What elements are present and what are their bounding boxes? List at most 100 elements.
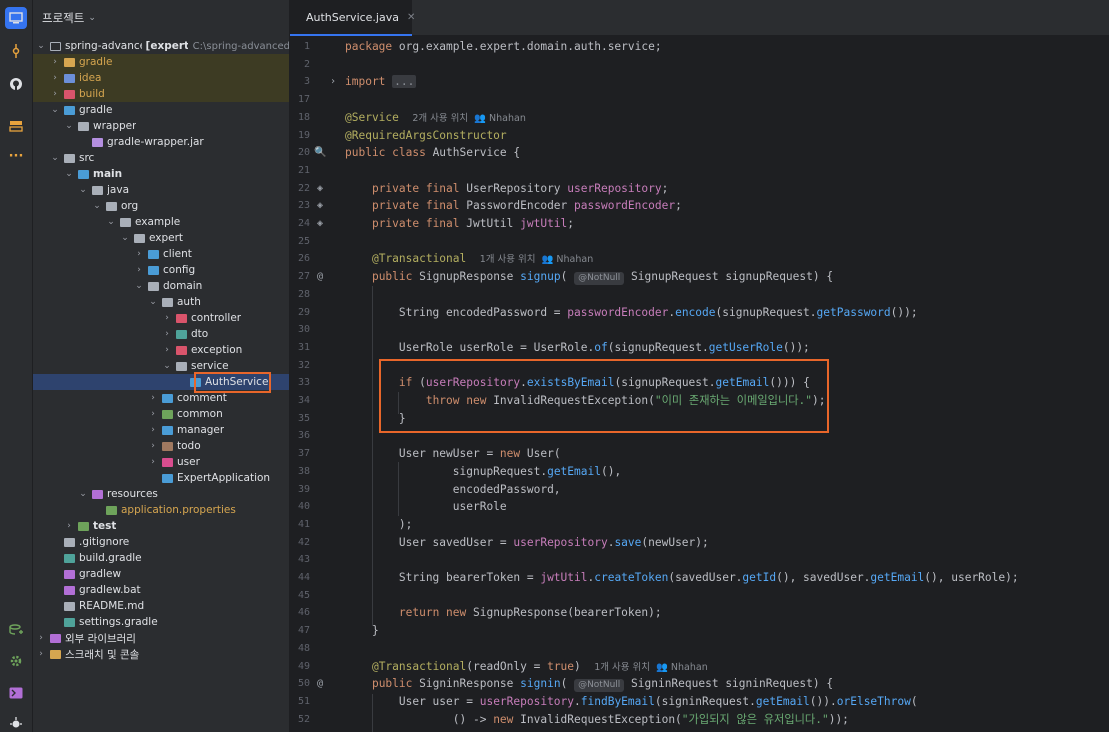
gutter-icon[interactable]: 🔍 bbox=[314, 144, 326, 161]
tree-item[interactable]: › 스크래치 및 콘솔 bbox=[33, 646, 289, 662]
tree-item[interactable]: application.properties bbox=[33, 502, 289, 518]
code-line[interactable]: 18 @Service 2개 사용 위치 👥 Nhahan bbox=[290, 109, 1109, 126]
chevron-right-icon[interactable]: › bbox=[161, 329, 173, 339]
tree-item[interactable]: › dto bbox=[33, 326, 289, 342]
code-line[interactable]: 37 User newUser = new User( bbox=[290, 445, 1109, 462]
chevron-down-icon[interactable]: ⌄ bbox=[119, 233, 131, 243]
chevron-right-icon[interactable]: › bbox=[49, 89, 61, 99]
code-line[interactable]: 3 › import ... bbox=[290, 73, 1109, 90]
chevron-down-icon[interactable]: ⌄ bbox=[63, 121, 75, 131]
tree-item[interactable]: settings.gradle bbox=[33, 614, 289, 630]
tree-item[interactable]: ⌄ resources bbox=[33, 486, 289, 502]
code-line[interactable]: 1 package org.example.expert.domain.auth.… bbox=[290, 38, 1109, 55]
services-icon[interactable] bbox=[5, 650, 27, 672]
code-line[interactable]: 52 () -> new InvalidRequestException("가입… bbox=[290, 711, 1109, 728]
chevron-right-icon[interactable]: › bbox=[147, 409, 159, 419]
close-icon[interactable]: ✕ bbox=[407, 12, 415, 23]
code-line[interactable]: 44 String bearerToken = jwtUtil.createTo… bbox=[290, 569, 1109, 586]
gutter-icon[interactable]: ◈ bbox=[314, 215, 326, 232]
tree-item[interactable]: › common bbox=[33, 406, 289, 422]
project-panel-header[interactable]: 프로젝트 ⌄ bbox=[33, 0, 289, 36]
code-line[interactable]: 27 @ public SignupResponse signup( @NotNu… bbox=[290, 268, 1109, 286]
code-line[interactable]: 53 bbox=[290, 728, 1109, 732]
commit-icon[interactable] bbox=[5, 40, 27, 62]
chevron-down-icon[interactable]: ⌄ bbox=[91, 201, 103, 211]
chevron-right-icon[interactable]: › bbox=[63, 521, 75, 531]
chevron-down-icon[interactable]: ⌄ bbox=[77, 489, 89, 499]
tree-item[interactable]: ⌄ org bbox=[33, 198, 289, 214]
code-line[interactable]: 51 User user = userRepository.findByEmai… bbox=[290, 693, 1109, 710]
chevron-right-icon[interactable]: › bbox=[147, 425, 159, 435]
chevron-down-icon[interactable]: ⌄ bbox=[147, 297, 159, 307]
tree-item[interactable]: ⌄ gradle bbox=[33, 102, 289, 118]
chevron-down-icon[interactable]: ⌄ bbox=[161, 361, 173, 371]
tree-item[interactable]: › controller bbox=[33, 310, 289, 326]
tree-item[interactable]: ⌄ wrapper bbox=[33, 118, 289, 134]
code-line[interactable]: 24 ◈ private final JwtUtil jwtUtil; bbox=[290, 215, 1109, 232]
code-line[interactable]: 42 User savedUser = userRepository.save(… bbox=[290, 534, 1109, 551]
tree-item[interactable]: ⌄ example bbox=[33, 214, 289, 230]
chevron-down-icon[interactable]: ⌄ bbox=[88, 13, 96, 23]
github-icon[interactable] bbox=[5, 73, 27, 95]
database-icon[interactable] bbox=[5, 619, 27, 641]
chevron-right-icon[interactable]: › bbox=[133, 265, 145, 275]
code-line[interactable]: 50 @ public SigninResponse signin( @NotNu… bbox=[290, 675, 1109, 693]
tree-item[interactable]: › manager bbox=[33, 422, 289, 438]
code-line[interactable]: 21 bbox=[290, 162, 1109, 179]
code-line[interactable]: 39 encodedPassword, bbox=[290, 481, 1109, 498]
code-line[interactable]: 23 ◈ private final PasswordEncoder passwo… bbox=[290, 197, 1109, 214]
chevron-down-icon[interactable]: ⌄ bbox=[49, 153, 61, 163]
code-line[interactable]: 49 @Transactional(readOnly = true) 1개 사용… bbox=[290, 658, 1109, 675]
tree-item[interactable]: › user bbox=[33, 454, 289, 470]
tree-item[interactable]: ⌄ auth bbox=[33, 294, 289, 310]
code-line[interactable]: 45 bbox=[290, 587, 1109, 604]
code-line[interactable]: 28 bbox=[290, 286, 1109, 303]
problems-icon[interactable] bbox=[5, 713, 27, 732]
tree-item[interactable]: gradle-wrapper.jar bbox=[33, 134, 289, 150]
gutter-icon[interactable]: @ bbox=[314, 675, 326, 692]
chevron-right-icon[interactable]: › bbox=[161, 345, 173, 355]
chevron-down-icon[interactable]: ⌄ bbox=[77, 185, 89, 195]
tree-item[interactable]: gradlew bbox=[33, 566, 289, 582]
tree-item[interactable]: ExpertApplication bbox=[33, 470, 289, 486]
chevron-right-icon[interactable]: › bbox=[49, 73, 61, 83]
tree-item[interactable]: ⌄ expert bbox=[33, 230, 289, 246]
tree-item[interactable]: › todo bbox=[33, 438, 289, 454]
more-icon[interactable]: ··· bbox=[5, 145, 27, 167]
code-line[interactable]: 38 signupRequest.getEmail(), bbox=[290, 463, 1109, 480]
tree-item[interactable]: › build bbox=[33, 86, 289, 102]
code-line[interactable]: 22 ◈ private final UserRepository userRep… bbox=[290, 180, 1109, 197]
tree-item[interactable]: › exception bbox=[33, 342, 289, 358]
code-line[interactable]: 47 } bbox=[290, 622, 1109, 639]
tree-item[interactable]: ⌄ main bbox=[33, 166, 289, 182]
chevron-right-icon[interactable]: › bbox=[35, 649, 47, 659]
code-line[interactable]: 46 return new SignupResponse(bearerToken… bbox=[290, 604, 1109, 621]
code-line[interactable]: 48 bbox=[290, 640, 1109, 657]
gutter-icon[interactable]: @ bbox=[314, 268, 326, 285]
chevron-right-icon[interactable]: › bbox=[147, 393, 159, 403]
chevron-down-icon[interactable]: ⌄ bbox=[133, 281, 145, 291]
chevron-right-icon[interactable]: › bbox=[147, 441, 159, 451]
chevron-right-icon[interactable]: › bbox=[147, 457, 159, 467]
tree-root[interactable]: ⌄ spring-advanced [expert] C:\spring-adv… bbox=[33, 38, 289, 54]
code-line[interactable]: 43 bbox=[290, 551, 1109, 568]
project-icon[interactable] bbox=[5, 7, 27, 29]
code-line[interactable]: 40 userRole bbox=[290, 498, 1109, 515]
tree-item[interactable]: › test bbox=[33, 518, 289, 534]
tree-item[interactable]: › 외부 라이브러리 bbox=[33, 630, 289, 646]
tree-item[interactable]: ⌄ domain bbox=[33, 278, 289, 294]
code-line[interactable]: 26 @Transactional 1개 사용 위치 👥 Nhahan bbox=[290, 250, 1109, 267]
tree-item[interactable]: build.gradle bbox=[33, 550, 289, 566]
code-line[interactable]: 31 UserRole userRole = UserRole.of(signu… bbox=[290, 339, 1109, 356]
chevron-right-icon[interactable]: › bbox=[161, 313, 173, 323]
tree-item[interactable]: › config bbox=[33, 262, 289, 278]
chevron-down-icon[interactable]: ⌄ bbox=[105, 217, 117, 227]
tree-item[interactable]: gradlew.bat bbox=[33, 582, 289, 598]
code-line[interactable]: 29 String encodedPassword = passwordEnco… bbox=[290, 304, 1109, 321]
gutter-icon[interactable]: ◈ bbox=[314, 197, 326, 214]
tree-item[interactable]: .gitignore bbox=[33, 534, 289, 550]
code-line[interactable]: 20 🔍 public class AuthService { bbox=[290, 144, 1109, 161]
tree-item[interactable]: › idea bbox=[33, 70, 289, 86]
code-line[interactable]: 17 bbox=[290, 91, 1109, 108]
chevron-right-icon[interactable]: › bbox=[133, 249, 145, 259]
